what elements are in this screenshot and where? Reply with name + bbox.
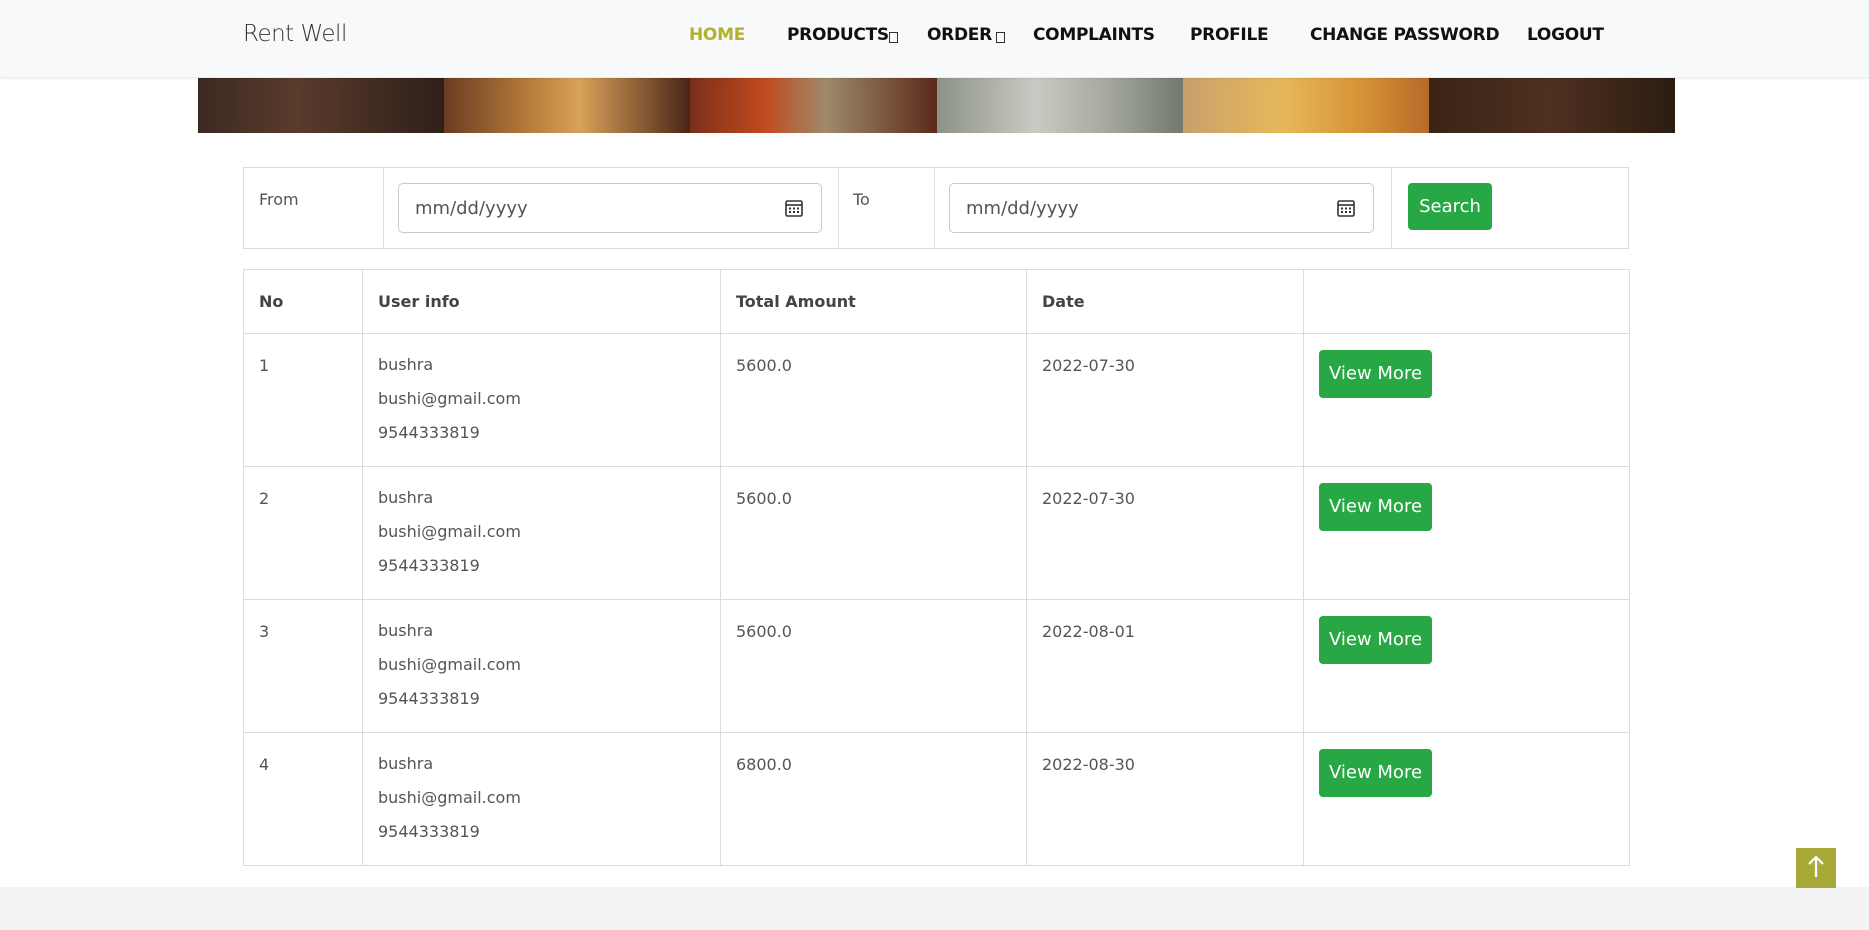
view-more-button[interactable]: View More — [1319, 616, 1432, 664]
nav-complaints[interactable]: COMPLAINTS — [1033, 25, 1155, 51]
order-date: 2022-08-30 — [1042, 755, 1135, 774]
date-filter-bar: From mm/dd/yyyy To mm/dd/yyyy Search — [243, 167, 1629, 249]
order-date: 2022-08-01 — [1042, 622, 1135, 641]
col-header-user-info: User info — [362, 269, 721, 334]
table-row: 4 bushra bushi@gmail.com 9544333819 6800… — [243, 732, 1630, 866]
dropdown-caret-icon[interactable] — [889, 32, 898, 43]
search-button[interactable]: Search — [1408, 183, 1492, 230]
user-phone: 9544333819 — [378, 822, 480, 841]
nav-home[interactable]: HOME — [689, 25, 745, 51]
row-number: 4 — [259, 755, 270, 774]
total-amount: 5600.0 — [736, 489, 792, 508]
col-header-date: Date — [1026, 269, 1304, 334]
to-date-input[interactable]: mm/dd/yyyy — [949, 183, 1374, 233]
total-amount: 5600.0 — [736, 356, 792, 375]
view-more-button[interactable]: View More — [1319, 350, 1432, 398]
brand-logo[interactable]: Rent Well — [243, 21, 347, 47]
user-phone: 9544333819 — [378, 556, 480, 575]
user-name: bushra — [378, 754, 434, 773]
user-email: bushi@gmail.com — [378, 389, 521, 408]
from-input-cell: mm/dd/yyyy — [383, 168, 839, 248]
calendar-icon[interactable] — [785, 199, 803, 217]
view-more-button[interactable]: View More — [1319, 749, 1432, 797]
user-phone: 9544333819 — [378, 689, 480, 708]
nav-profile[interactable]: PROFILE — [1190, 25, 1269, 51]
col-header-actions — [1303, 269, 1630, 334]
to-label: To — [853, 190, 870, 209]
from-date-input[interactable]: mm/dd/yyyy — [398, 183, 822, 233]
to-date-placeholder: mm/dd/yyyy — [966, 198, 1079, 219]
row-number: 3 — [259, 622, 270, 641]
navbar: Rent Well HOME PRODUCTS ORDER COMPLAINTS… — [0, 0, 1869, 78]
row-number: 2 — [259, 489, 270, 508]
to-label-cell: To — [838, 168, 935, 248]
arrow-up-icon — [1808, 855, 1824, 877]
col-header-no: No — [243, 269, 363, 334]
user-name: bushra — [378, 355, 434, 374]
from-date-placeholder: mm/dd/yyyy — [415, 198, 528, 219]
calendar-icon[interactable] — [1337, 199, 1355, 217]
nav-products[interactable]: PRODUCTS — [787, 25, 889, 51]
orders-table: No User info Total Amount Date 1 bushra … — [243, 269, 1630, 866]
col-header-total-amount: Total Amount — [720, 269, 1027, 334]
row-number: 1 — [259, 356, 270, 375]
total-amount: 5600.0 — [736, 622, 792, 641]
footer — [0, 887, 1869, 930]
from-label: From — [259, 190, 299, 209]
user-email: bushi@gmail.com — [378, 788, 521, 807]
user-phone: 9544333819 — [378, 423, 480, 442]
from-label-cell: From — [244, 168, 384, 248]
user-email: bushi@gmail.com — [378, 522, 521, 541]
total-amount: 6800.0 — [736, 755, 792, 774]
order-date: 2022-07-30 — [1042, 356, 1135, 375]
nav-order[interactable]: ORDER — [927, 25, 992, 51]
order-date: 2022-07-30 — [1042, 489, 1135, 508]
nav-change-password[interactable]: CHANGE PASSWORD — [1310, 25, 1500, 51]
table-header-row: No User info Total Amount Date — [243, 269, 1630, 334]
user-name: bushra — [378, 488, 434, 507]
view-more-button[interactable]: View More — [1319, 483, 1432, 531]
table-row: 2 bushra bushi@gmail.com 9544333819 5600… — [243, 466, 1630, 600]
scroll-to-top-button[interactable] — [1796, 848, 1836, 888]
to-input-cell: mm/dd/yyyy — [934, 168, 1392, 248]
dropdown-caret-icon[interactable] — [996, 32, 1005, 43]
user-name: bushra — [378, 621, 434, 640]
hero-banner-image — [198, 77, 1675, 133]
user-email: bushi@gmail.com — [378, 655, 521, 674]
table-row: 1 bushra bushi@gmail.com 9544333819 5600… — [243, 333, 1630, 467]
nav-logout[interactable]: LOGOUT — [1527, 25, 1604, 51]
table-row: 3 bushra bushi@gmail.com 9544333819 5600… — [243, 599, 1630, 733]
